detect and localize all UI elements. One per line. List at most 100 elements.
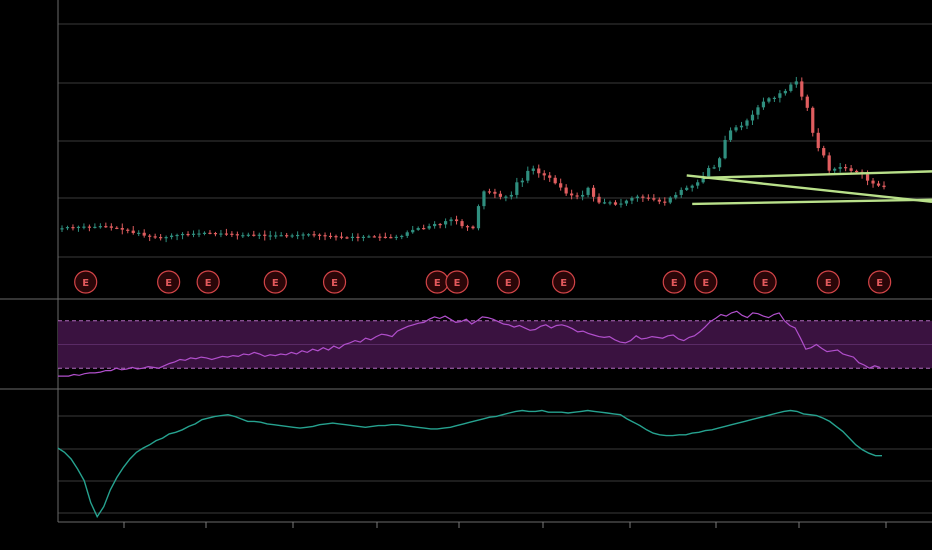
candle-body bbox=[400, 235, 404, 238]
candle-body bbox=[191, 233, 196, 235]
candle-body bbox=[591, 187, 596, 197]
candle bbox=[241, 232, 245, 239]
candle bbox=[438, 222, 442, 229]
candle bbox=[444, 218, 448, 229]
candle bbox=[405, 230, 409, 238]
candle-body bbox=[202, 232, 207, 234]
earnings-marker: E bbox=[157, 270, 181, 294]
candle-body bbox=[750, 114, 755, 121]
candle-body bbox=[564, 187, 568, 194]
oscillator-line bbox=[57, 409, 882, 519]
candle-body bbox=[805, 96, 809, 108]
candle bbox=[553, 175, 557, 185]
candle bbox=[389, 234, 393, 239]
earnings-marker: E bbox=[662, 270, 686, 294]
candle bbox=[493, 188, 497, 199]
candle-body bbox=[444, 221, 448, 225]
candle-body bbox=[794, 81, 798, 85]
candle-body bbox=[849, 168, 853, 171]
support-resistance-line bbox=[703, 170, 932, 179]
earnings-marker: E bbox=[263, 270, 287, 294]
candle-body bbox=[356, 236, 360, 239]
candle-body bbox=[876, 183, 881, 186]
candle-body bbox=[493, 191, 497, 194]
candle-body bbox=[504, 196, 508, 198]
candle-body bbox=[263, 234, 267, 236]
candle-body bbox=[361, 236, 365, 239]
candle-body bbox=[416, 228, 420, 230]
candle-body bbox=[246, 234, 250, 236]
candle-body bbox=[855, 170, 859, 173]
candle bbox=[778, 90, 782, 103]
candle bbox=[131, 226, 135, 235]
candle-body bbox=[394, 236, 398, 239]
candle-body bbox=[630, 198, 634, 201]
candle bbox=[290, 233, 294, 239]
candle bbox=[800, 77, 804, 101]
candle-body bbox=[186, 233, 190, 236]
candle-body bbox=[180, 233, 185, 236]
candle-body bbox=[252, 234, 256, 236]
candle bbox=[707, 165, 711, 179]
candle bbox=[619, 198, 623, 208]
candle bbox=[460, 219, 464, 229]
candle-body bbox=[871, 180, 875, 184]
candle bbox=[871, 177, 875, 188]
candle-body bbox=[663, 201, 667, 203]
candle-body bbox=[739, 125, 744, 128]
candle bbox=[761, 97, 766, 110]
candle bbox=[137, 230, 141, 237]
candle-body bbox=[674, 194, 678, 198]
candle-body bbox=[728, 130, 733, 140]
candle bbox=[307, 233, 311, 237]
candle-body bbox=[838, 167, 842, 169]
candle-body bbox=[767, 98, 771, 102]
candle bbox=[696, 179, 700, 189]
candle bbox=[613, 200, 618, 206]
candle bbox=[482, 190, 486, 210]
candle-body bbox=[142, 232, 146, 236]
candle-body bbox=[646, 197, 650, 199]
candle-body bbox=[126, 229, 130, 231]
earnings-marker: E bbox=[694, 270, 718, 294]
candle bbox=[411, 225, 415, 234]
candle-body bbox=[438, 223, 442, 226]
candle bbox=[170, 233, 174, 240]
candle bbox=[301, 232, 305, 240]
candle bbox=[679, 187, 683, 198]
candle-body bbox=[575, 195, 579, 197]
candlesticks bbox=[60, 76, 886, 243]
candle bbox=[668, 196, 672, 205]
candle-body bbox=[449, 219, 453, 222]
candle bbox=[789, 82, 793, 93]
candle bbox=[739, 121, 744, 131]
candle-body bbox=[548, 175, 552, 178]
earnings-marker-label: E bbox=[702, 278, 709, 289]
candle-body bbox=[690, 185, 694, 188]
candle bbox=[876, 180, 881, 187]
candle-body bbox=[613, 202, 618, 205]
candle bbox=[805, 94, 809, 112]
candle bbox=[257, 232, 261, 240]
candle-body bbox=[602, 202, 607, 204]
candle bbox=[339, 232, 344, 240]
candle-body bbox=[581, 194, 585, 197]
candle-body bbox=[822, 148, 826, 156]
candle-body bbox=[570, 193, 574, 196]
earnings-marker: E bbox=[196, 270, 220, 294]
candle bbox=[323, 232, 327, 241]
candle bbox=[827, 152, 831, 174]
candle bbox=[191, 230, 196, 238]
candle bbox=[350, 233, 355, 242]
candle bbox=[690, 184, 694, 192]
candle-body bbox=[197, 233, 201, 235]
candle bbox=[115, 226, 119, 230]
candle bbox=[602, 198, 607, 205]
candle bbox=[756, 104, 760, 120]
candle bbox=[422, 224, 426, 230]
candle-body bbox=[290, 235, 294, 237]
candle bbox=[120, 223, 124, 235]
candle bbox=[487, 188, 492, 195]
candle bbox=[383, 232, 387, 239]
chart-canvas: EEEEEEEEEEEEEE bbox=[0, 0, 932, 528]
